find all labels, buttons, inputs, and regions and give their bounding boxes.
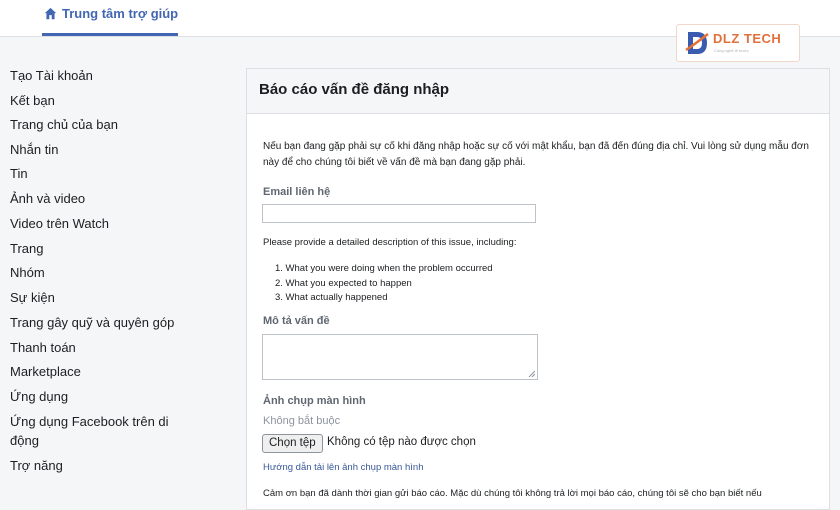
instruction-steps: 1. What you were doing when the problem … bbox=[275, 262, 493, 306]
sidebar-item-photos-videos[interactable]: Ảnh và video bbox=[10, 189, 210, 208]
screenshot-guide-link[interactable]: Hướng dẫn tải lên ảnh chụp màn hình bbox=[263, 462, 423, 473]
screenshot-label: Ảnh chụp màn hình bbox=[263, 395, 366, 407]
help-center-tab[interactable]: Trung tâm trợ giúp bbox=[44, 6, 178, 36]
sidebar-item-home[interactable]: Trang chủ của bạn bbox=[10, 115, 210, 134]
sidebar-item-fundraisers[interactable]: Trang gây quỹ và quyên góp bbox=[10, 313, 210, 332]
active-tab-indicator bbox=[42, 33, 178, 36]
email-field[interactable] bbox=[262, 204, 536, 223]
sidebar-item-watch[interactable]: Video trên Watch bbox=[10, 214, 210, 233]
watermark-logo: DLZ TECH Công nghệ đi trước bbox=[676, 24, 800, 62]
sidebar-item-accessibility[interactable]: Trợ năng bbox=[10, 456, 210, 475]
sidebar-item-messaging[interactable]: Nhắn tin bbox=[10, 140, 210, 159]
email-label: Email liên hệ bbox=[263, 186, 331, 198]
help-center-label: Trung tâm trợ giúp bbox=[62, 6, 179, 21]
form-intro: Nếu bạn đang gặp phải sự cố khi đăng nhậ… bbox=[263, 141, 809, 168]
instruction-step: 1. What you were doing when the problem … bbox=[275, 263, 493, 274]
choose-file-button[interactable]: Chọn tệp bbox=[262, 434, 323, 453]
dlz-logo-icon bbox=[685, 32, 709, 54]
description-textarea[interactable] bbox=[262, 334, 538, 380]
sidebar-item-payments[interactable]: Thanh toán bbox=[10, 338, 210, 357]
instruction-step: 2. What you expected to happen bbox=[275, 277, 412, 289]
form-title: Báo cáo vấn đề đăng nhập bbox=[259, 81, 450, 98]
form-header: Báo cáo vấn đề đăng nhập bbox=[247, 69, 829, 114]
sidebar-item-marketplace[interactable]: Marketplace bbox=[10, 362, 210, 381]
login-issue-form: Báo cáo vấn đề đăng nhập Nếu bạn đang gặ… bbox=[246, 68, 830, 510]
description-instructions: Please provide a detailed description of… bbox=[263, 237, 517, 248]
sidebar-item-mobile-apps[interactable]: Ứng dụng Facebook trên di động bbox=[10, 412, 190, 450]
sidebar-item-friends[interactable]: Kết bạn bbox=[10, 91, 210, 110]
logo-brand: DLZ TECH bbox=[713, 31, 782, 46]
description-label: Mô tả vấn đề bbox=[263, 315, 330, 327]
thanks-text: Cảm ơn bạn đã dành thời gian gửi báo cáo… bbox=[263, 488, 762, 499]
logo-tagline: Công nghệ đi trước bbox=[714, 48, 749, 53]
sidebar-item-pages[interactable]: Trang bbox=[10, 239, 210, 258]
home-icon bbox=[44, 7, 57, 20]
optional-label: Không bắt buộc bbox=[263, 415, 341, 427]
file-status-text: Không có tệp nào được chọn bbox=[327, 436, 476, 448]
sidebar-item-apps[interactable]: Ứng dụng bbox=[10, 387, 210, 406]
instruction-step: 3. What actually happened bbox=[275, 292, 388, 303]
sidebar-item-create-account[interactable]: Tạo Tài khoản bbox=[10, 66, 210, 85]
resize-grip-icon[interactable] bbox=[528, 370, 535, 377]
sidebar-item-stories[interactable]: Tin bbox=[10, 164, 210, 183]
sidebar-item-events[interactable]: Sự kiện bbox=[10, 288, 210, 307]
sidebar-item-groups[interactable]: Nhóm bbox=[10, 263, 210, 282]
